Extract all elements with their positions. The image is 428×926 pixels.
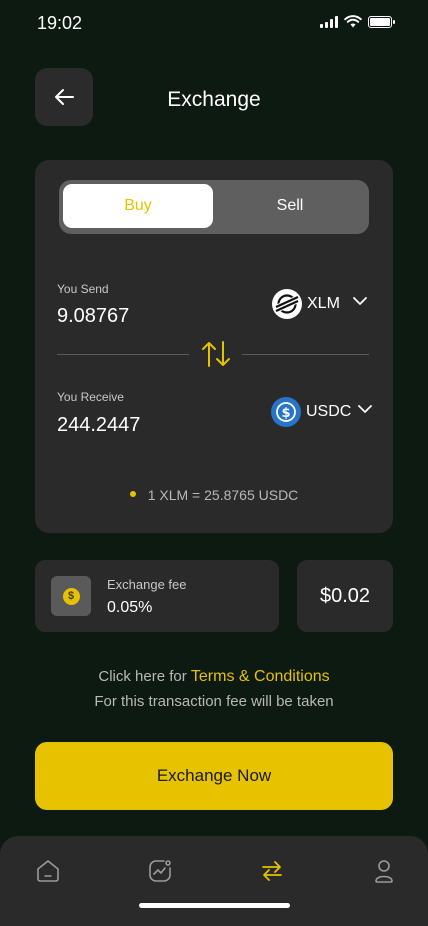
divider <box>242 354 369 355</box>
receive-amount[interactable]: 244.2447 <box>57 414 140 437</box>
rate-dot-icon <box>129 491 136 498</box>
tab-bar <box>0 836 428 926</box>
terms-link[interactable]: Terms & Conditions <box>191 668 330 685</box>
profile-icon <box>375 860 393 883</box>
terms-line: Click here for Terms & Conditions <box>0 668 428 686</box>
tab-profile[interactable] <box>369 856 399 886</box>
coin-icon: $ <box>62 587 80 605</box>
exchange-rate: 1 XLM = 25.8765 USDC <box>35 487 393 503</box>
exchange-rate-text: 1 XLM = 25.8765 USDC <box>147 487 299 503</box>
receive-label: You Receive <box>57 390 124 404</box>
chevron-down-icon <box>358 404 373 413</box>
battery-icon <box>368 15 395 28</box>
status-bar: 19:02 <box>0 0 428 48</box>
fee-percent: 0.05% <box>107 599 153 616</box>
exchange-fee-card: $ Exchange fee 0.05% <box>35 560 279 632</box>
signal-icon <box>320 15 338 28</box>
terms-subtext: For this transaction fee will be taken <box>94 693 334 710</box>
usdc-logo-icon: $ <box>271 397 301 427</box>
svg-text:$: $ <box>281 406 290 421</box>
swap-icon[interactable] <box>200 340 232 368</box>
stellar-logo-icon <box>272 289 302 319</box>
fee-label: Exchange fee <box>107 577 187 592</box>
tab-home[interactable] <box>33 856 63 886</box>
page-title: Exchange <box>167 88 261 111</box>
terms-prefix: Click here for <box>98 668 187 685</box>
status-icons <box>320 15 395 28</box>
tab-chart[interactable] <box>145 856 175 886</box>
exchange-card: Buy Sell You Send 9.08767 XLM You Receiv… <box>35 160 393 533</box>
send-token-selector[interactable]: XLM <box>272 289 367 319</box>
fee-amount: $0.02 <box>297 560 393 632</box>
home-indicator[interactable] <box>139 903 290 908</box>
send-token-name: XLM <box>307 295 340 312</box>
divider <box>57 354 189 355</box>
send-amount[interactable]: 9.08767 <box>57 305 129 328</box>
buy-tab[interactable]: Buy <box>63 184 213 228</box>
exchange-now-button[interactable]: Exchange Now <box>35 742 393 810</box>
sell-tab[interactable]: Sell <box>215 184 365 228</box>
status-time: 19:02 <box>37 13 83 33</box>
fee-icon-box: $ <box>51 576 91 616</box>
send-label: You Send <box>57 282 109 296</box>
chevron-down-icon <box>353 296 367 305</box>
chart-icon <box>149 860 171 882</box>
wifi-icon <box>344 15 362 28</box>
buy-sell-toggle: Buy Sell <box>59 180 369 234</box>
exchange-icon <box>262 861 282 881</box>
receive-token-name: USDC <box>306 403 352 420</box>
receive-token-selector[interactable]: $ USDC <box>271 397 373 427</box>
tab-exchange[interactable] <box>257 856 287 886</box>
home-icon <box>37 860 59 882</box>
